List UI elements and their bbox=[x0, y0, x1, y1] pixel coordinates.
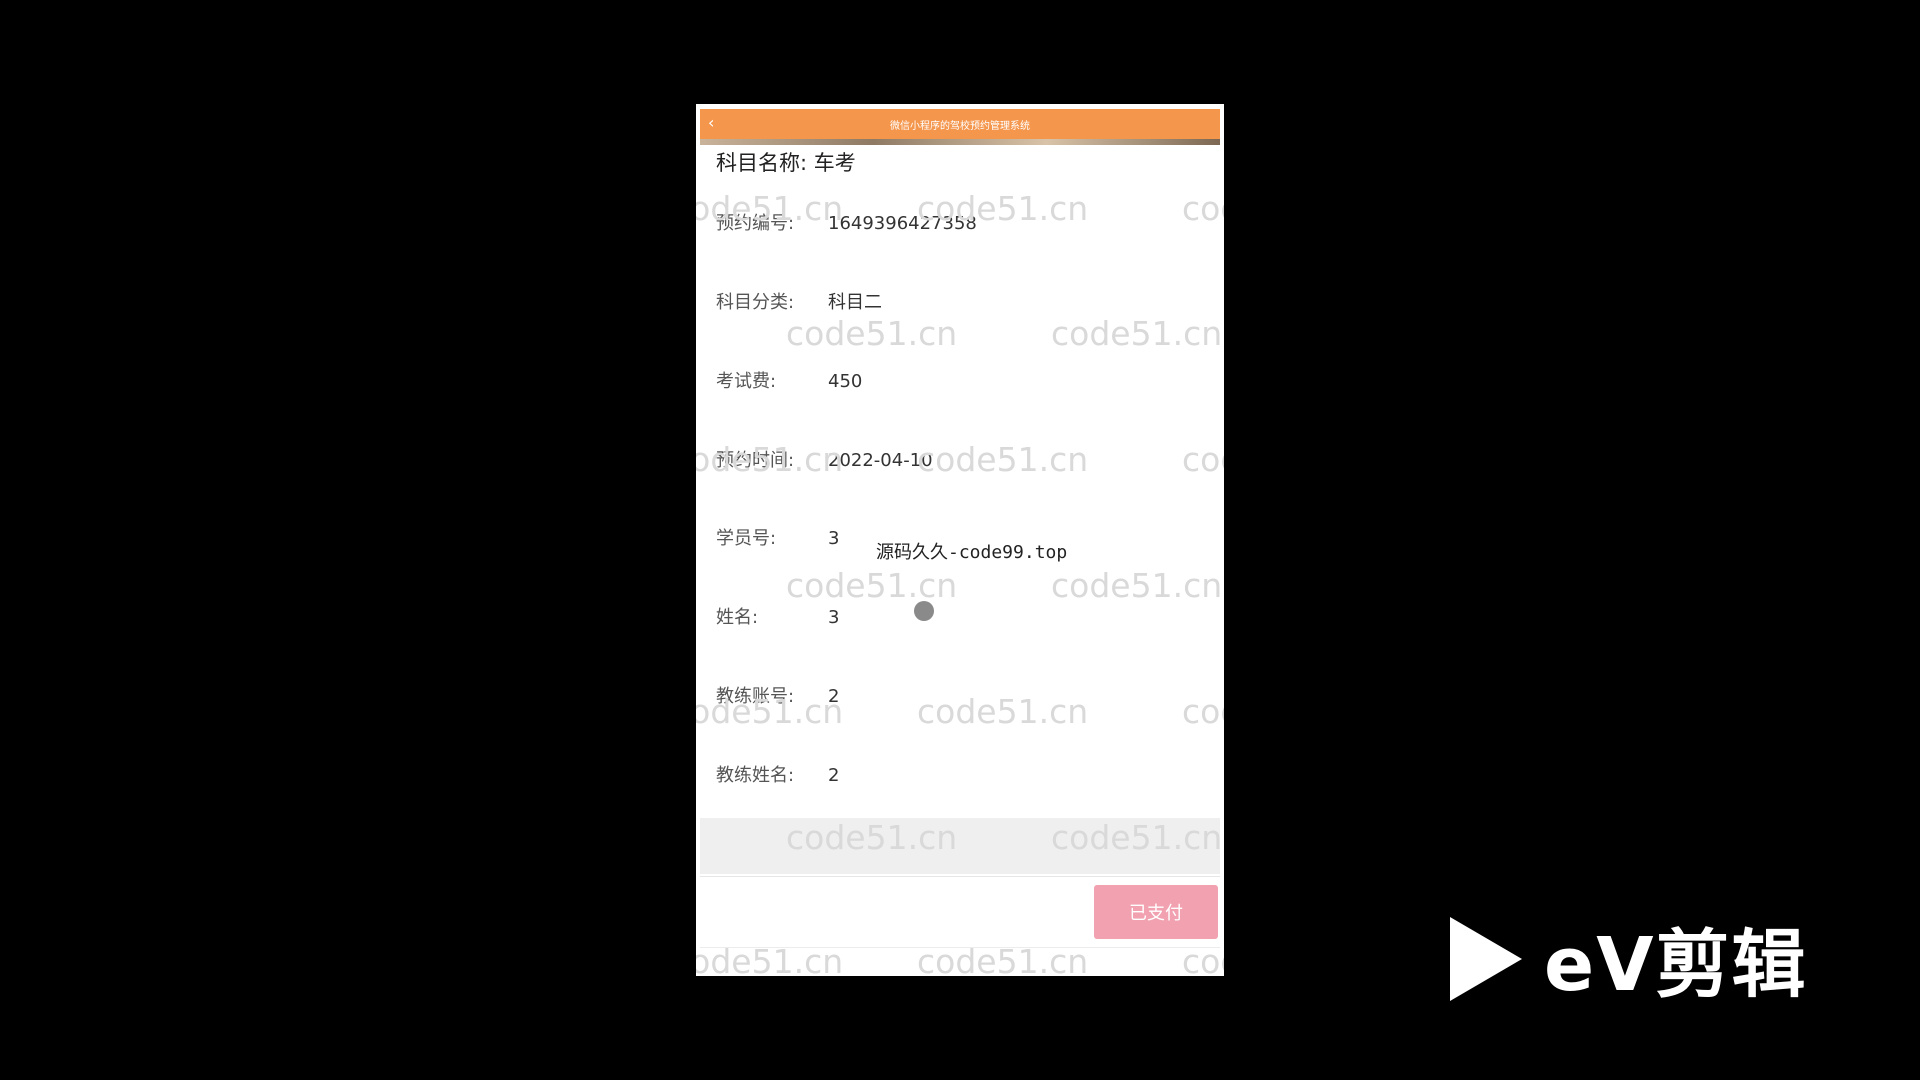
field-label: 教练账号: bbox=[716, 686, 795, 707]
field-value: 科目二 bbox=[828, 292, 882, 313]
watermark: code51.cn bbox=[1051, 566, 1223, 605]
ev-logo: eV剪辑 bbox=[1450, 905, 1807, 1012]
field-label: 教练姓名: bbox=[716, 765, 795, 786]
field-value: 1649396427358 bbox=[828, 213, 977, 234]
field-label: 预约编号: bbox=[716, 213, 795, 234]
field-label: 姓名: bbox=[716, 607, 759, 628]
paid-button[interactable]: 已支付 bbox=[1094, 885, 1218, 939]
subject-name: 科目名称: 车考 bbox=[716, 148, 1224, 178]
banner-strip bbox=[700, 139, 1220, 145]
subject-name-value: 车考 bbox=[813, 151, 856, 175]
play-icon bbox=[1450, 916, 1522, 1001]
field-booking-time: 预约时间: 2022-04-10 bbox=[716, 449, 933, 473]
watermark: code51.cn bbox=[917, 692, 1089, 731]
divider-band bbox=[700, 818, 1220, 874]
field-value: 2022-04-10 bbox=[828, 450, 933, 471]
logo-text: eV剪辑 bbox=[1544, 922, 1808, 1008]
watermark: code51.cn bbox=[1051, 314, 1223, 353]
field-value: 450 bbox=[828, 371, 863, 392]
field-value: 3 bbox=[828, 607, 840, 628]
field-exam-fee: 考试费: 450 bbox=[716, 370, 862, 394]
detail-panel: 科目名称: 车考 预约编号: 1649396427358 科目分类: 科目二 考试费… bbox=[716, 148, 1224, 786]
field-value: 3 bbox=[828, 528, 840, 549]
page-title: 微信小程序的驾校预约管理系统 bbox=[890, 120, 1030, 132]
field-value: 2 bbox=[828, 765, 840, 786]
watermark: code51.cn bbox=[917, 440, 1089, 479]
field-name: 姓名: 3 bbox=[716, 606, 839, 630]
source-watermark: 源码久久-code99.top bbox=[876, 542, 1068, 563]
touch-cursor bbox=[914, 601, 934, 621]
watermark: code51.cn bbox=[1182, 692, 1224, 731]
watermark: code51.cn bbox=[1182, 189, 1224, 228]
field-coach-name: 教练姓名: 2 bbox=[716, 764, 839, 788]
subject-name-label: 科目名称: bbox=[716, 151, 808, 175]
back-icon[interactable]: ‹ bbox=[708, 113, 714, 132]
field-subject-category: 科目分类: 科目二 bbox=[716, 291, 882, 315]
field-value: 2 bbox=[828, 686, 840, 707]
nav-bar: ‹ 微信小程序的驾校预约管理系统 bbox=[700, 109, 1220, 139]
action-footer: 已支付 bbox=[700, 876, 1220, 948]
field-label: 考试费: bbox=[716, 371, 777, 392]
watermark: code51.cn bbox=[1182, 440, 1224, 479]
field-booking-no: 预约编号: 1649396427358 bbox=[716, 212, 977, 236]
watermark: code51.cn bbox=[786, 314, 958, 353]
field-label: 科目分类: bbox=[716, 292, 795, 313]
field-label: 学员号: bbox=[716, 528, 777, 549]
field-label: 预约时间: bbox=[716, 450, 795, 471]
watermark: code51.cn bbox=[786, 566, 958, 605]
field-coach-account: 教练账号: 2 bbox=[716, 685, 839, 709]
field-student-no: 学员号: 3 bbox=[716, 527, 839, 551]
